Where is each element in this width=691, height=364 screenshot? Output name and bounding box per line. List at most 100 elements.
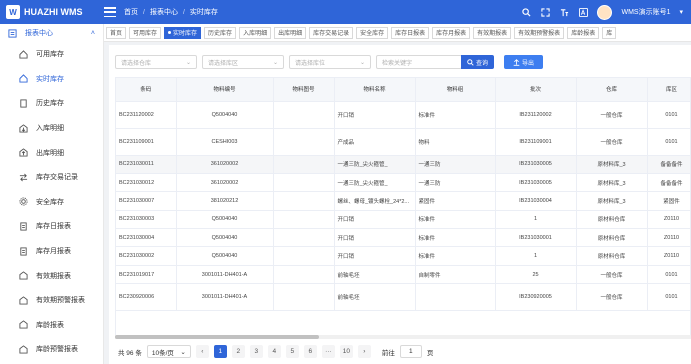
column-header-warehouse[interactable]: 仓库 — [576, 78, 648, 102]
column-header-material-code[interactable]: 物料编号 — [176, 78, 274, 102]
next-page-button[interactable]: › — [357, 345, 371, 358]
cell-barcode: BC231030002 — [116, 246, 177, 266]
page-button[interactable]: 10 — [339, 345, 353, 358]
keyword-input[interactable]: 检索关键字 — [376, 55, 462, 69]
sidebar-item-label: 库龄报表 — [36, 321, 64, 329]
table-row[interactable]: BC230920006 3001011-DH401-A 前轴毛坯 IB23092000… — [116, 283, 690, 312]
cell-material-group: 标准件 — [415, 228, 496, 248]
breadcrumb-home[interactable]: 首页 — [124, 7, 138, 17]
table-row[interactable]: BC231030004 Q5004040 开口销 标准件 IB231030001 原材料仓… — [116, 228, 690, 248]
table-row[interactable]: BC231030012 361020002 一通三防_尖火箍管_ 一通三防 IB2310… — [116, 173, 690, 193]
cell-barcode: BC231030011 — [116, 155, 177, 174]
warehouse-out-icon — [19, 148, 28, 157]
sidebar-item-expiry-report[interactable]: 有效期报表 — [0, 263, 103, 288]
tab-available-stock[interactable]: 可用库存 — [129, 26, 162, 39]
table-row[interactable]: BC231030003 Q5004040 开口销 标准件 1 原材料仓库 Z0110 — [116, 210, 690, 230]
tab-expiry-report[interactable]: 有效期报表 — [473, 26, 512, 39]
search-button[interactable]: 查询 — [461, 55, 495, 69]
column-header-barcode[interactable]: 条码 — [116, 78, 177, 102]
sidebar-item-outbound-detail[interactable]: 出库明细 — [0, 140, 103, 165]
tab-age-report[interactable]: 库龄报表 — [567, 26, 600, 39]
user-menu-chevron-icon[interactable]: ▾ — [679, 8, 683, 16]
search-icon[interactable] — [521, 7, 531, 17]
page-button[interactable]: 3 — [249, 345, 263, 358]
more-pages-button[interactable]: ··· — [321, 345, 335, 358]
cell-material-name: 开口销 — [334, 228, 416, 248]
sidebar-item-realtime-stock[interactable]: 实时库存 — [0, 67, 103, 92]
page-size-select[interactable]: 10条/页 ⌄ — [146, 345, 191, 358]
fullscreen-icon[interactable] — [540, 7, 550, 17]
sidebar-item-age-report[interactable]: 库龄报表 — [0, 313, 103, 338]
top-right-tools: WMS演示账号1 ▾ — [521, 4, 691, 20]
language-icon[interactable] — [578, 7, 588, 17]
horizontal-scrollbar[interactable] — [115, 335, 691, 339]
tab-history-stock[interactable]: 历史库存 — [204, 26, 237, 39]
sidebar-item-expiry-warning-report[interactable]: 有效期预警报表 — [0, 288, 103, 313]
table-row[interactable]: BC231019017 3001011-DH401-A 前轴毛坯 自制零件 25 一般仓库… — [116, 265, 690, 285]
cell-material-name: 一通三防_尖火箍管_ — [334, 155, 416, 174]
cell-material-name: 开口销 — [334, 210, 416, 230]
cell-barcode: BC231030004 — [116, 228, 177, 248]
user-name[interactable]: WMS演示账号1 — [621, 7, 670, 17]
export-button[interactable]: 导出 — [504, 55, 544, 69]
tab-daily-report[interactable]: 库存日报表 — [391, 26, 430, 39]
table-row[interactable]: BC231030007 381020212 螺丝、螺母_镀头螺栓_24*2... 紧固… — [116, 191, 690, 211]
table-row[interactable]: BC231030011 361020002 一通三防_尖火箍管_ 一通三防 IB2310… — [116, 155, 690, 174]
sidebar-item-label: 库存交易记录 — [36, 174, 78, 182]
warehouse-select[interactable]: 请选择仓库 ⌄ — [115, 55, 197, 69]
tab-age-warning-report[interactable]: 库 — [602, 26, 617, 39]
page-button[interactable]: 5 — [285, 345, 299, 358]
table-row[interactable]: BC231030002 Q5004040 开口销 标准件 1 原材料仓库 Z0110 — [116, 246, 690, 266]
sidebar-item-age-warning-report[interactable]: 库龄预警报表 — [0, 337, 103, 362]
tab-expiry-warning-report[interactable]: 有效期预警报表 — [514, 26, 565, 39]
sidebar-item-available-stock[interactable]: 可用库存 — [0, 42, 103, 67]
sidebar-item-label: 有效期预警报表 — [36, 297, 85, 305]
goto-page-input[interactable]: 1 — [399, 345, 422, 358]
breadcrumb-separator: / — [143, 8, 145, 16]
table-row[interactable]: BC231109001 CESHI003 产成品 物料 IB231109001 一般仓库 0… — [116, 128, 690, 156]
tab-monthly-report[interactable]: 库存月报表 — [432, 26, 471, 39]
prev-page-button[interactable]: ‹ — [195, 345, 209, 358]
table-row[interactable]: BC231120002 Q5004040 开口销 标准件 IB231120002 一般仓库… — [116, 101, 690, 129]
swap-icon — [19, 173, 28, 182]
column-header-area[interactable]: 库区 — [647, 78, 690, 102]
tab-home[interactable]: 首页 — [106, 26, 127, 39]
tab-inbound-detail[interactable]: 入库明细 — [239, 26, 272, 39]
menu-toggle-icon[interactable] — [104, 7, 116, 17]
page-button[interactable]: 1 — [213, 345, 227, 358]
column-header-batch[interactable]: 批次 — [495, 78, 577, 102]
location-select[interactable]: 请选择库位 ⌄ — [289, 55, 371, 69]
cell-barcode: BC230920006 — [116, 283, 177, 312]
area-select[interactable]: 请选择库区 ⌄ — [202, 55, 284, 69]
sidebar-item-label: 历史库存 — [36, 100, 64, 108]
app-logo[interactable]: W HUAZHI WMS — [0, 5, 104, 19]
page-button[interactable]: 2 — [231, 345, 245, 358]
tab-outbound-detail[interactable]: 出库明细 — [274, 26, 307, 39]
column-header-material-drawing[interactable]: 物料图号 — [273, 78, 335, 102]
sidebar-section-reports[interactable]: 报表中心 ˄ — [0, 24, 103, 42]
page-button[interactable]: 4 — [267, 345, 281, 358]
scrollbar-thumb[interactable] — [115, 335, 319, 339]
column-header-material-name[interactable]: 物料名称 — [334, 78, 416, 102]
cell-area: Z0110 — [647, 246, 690, 266]
tab-transaction-log[interactable]: 库存交易记录 — [309, 26, 354, 39]
tab-realtime-stock[interactable]: 实时库存 — [164, 26, 202, 39]
font-size-icon[interactable] — [559, 7, 569, 17]
warehouse-icon — [19, 271, 28, 280]
tab-bar: 首页 可用库存 实时库存 历史库存 入库明细 出库明细 库存交易记录 安全库存 … — [104, 24, 691, 42]
page-button[interactable]: 6 — [303, 345, 317, 358]
column-header-material-group[interactable]: 物料组 — [415, 78, 496, 102]
sidebar-item-daily-report[interactable]: 库存日报表 — [0, 214, 103, 239]
cell-warehouse: 原材料库_3 — [576, 191, 648, 211]
search-button-label: 查询 — [476, 60, 489, 67]
cell-area: 0101 — [647, 101, 690, 129]
tab-safety-stock[interactable]: 安全库存 — [356, 26, 389, 39]
cell-material-drawing — [273, 191, 335, 211]
sidebar-item-inbound-detail[interactable]: 入库明细 — [0, 116, 103, 141]
sidebar-item-safety-stock[interactable]: 安全库存 — [0, 190, 103, 215]
user-avatar[interactable] — [597, 4, 613, 20]
sidebar-item-monthly-report[interactable]: 库存月报表 — [0, 239, 103, 264]
sidebar-item-transaction-log[interactable]: 库存交易记录 — [0, 165, 103, 190]
breadcrumb-reports[interactable]: 报表中心 — [150, 7, 178, 17]
sidebar-item-history-stock[interactable]: 历史库存 — [0, 91, 103, 116]
